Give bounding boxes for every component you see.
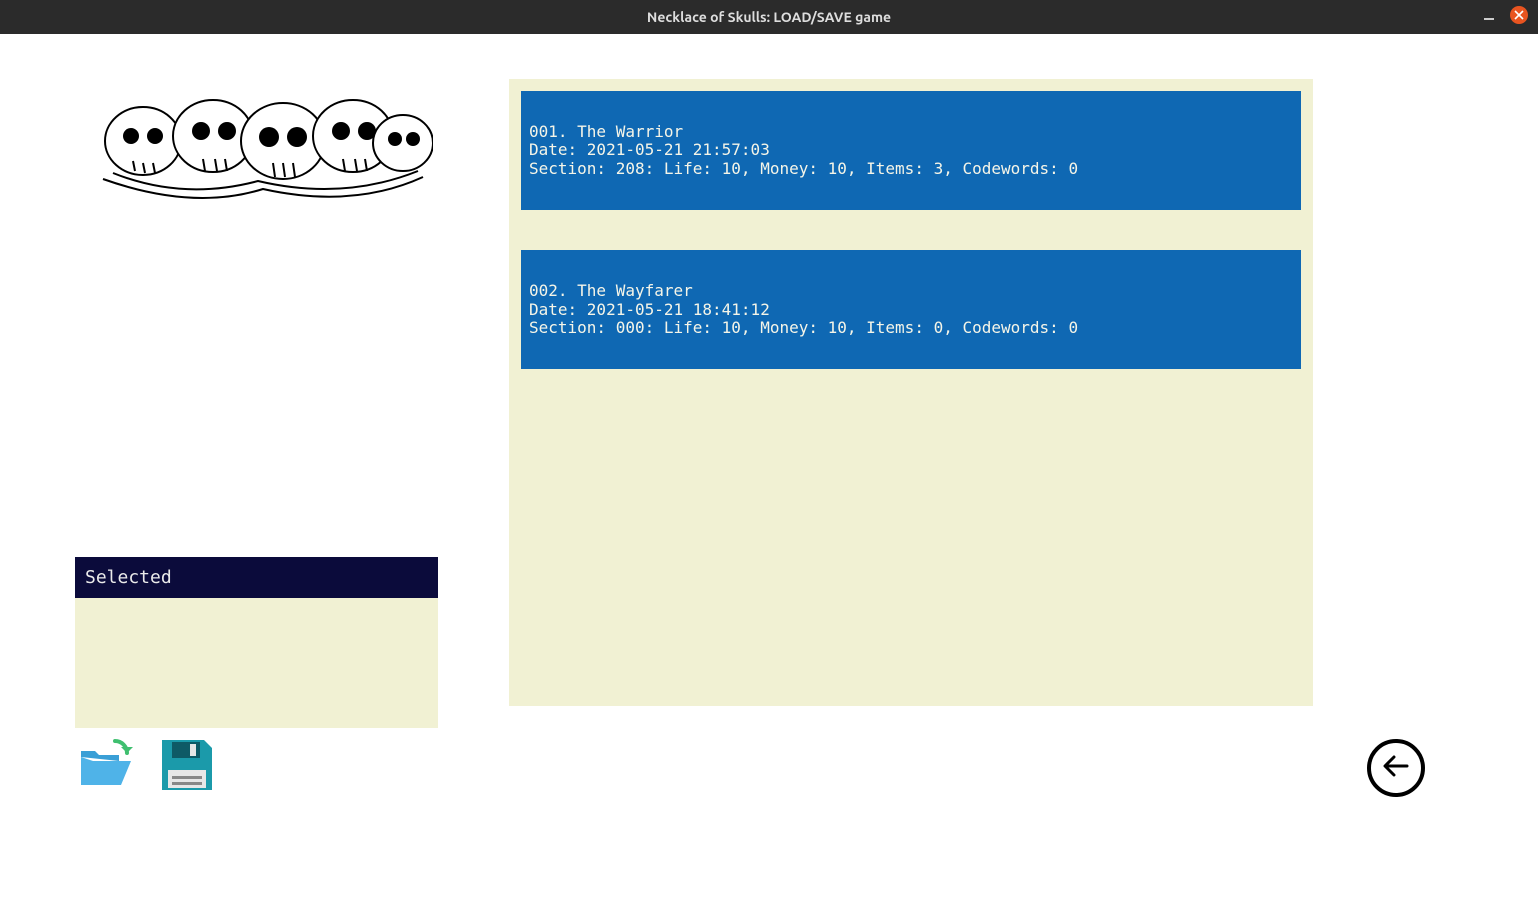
saves-panel: 001. The Warrior Date: 2021-05-21 21:57:… [509, 79, 1313, 706]
save-button[interactable] [157, 737, 217, 797]
window-minimize-button[interactable] [1482, 8, 1496, 22]
arrow-left-icon [1381, 751, 1411, 785]
load-button[interactable] [75, 737, 135, 797]
window-title: Necklace of Skulls: LOAD/SAVE game [647, 9, 891, 25]
window-close-button[interactable] [1510, 6, 1528, 24]
window-titlebar: Necklace of Skulls: LOAD/SAVE game [0, 0, 1538, 34]
skulls-illustration [83, 81, 433, 211]
selected-panel: Selected [75, 557, 438, 737]
selected-body [75, 598, 438, 728]
save-slot[interactable]: 002. The Wayfarer Date: 2021-05-21 18:41… [521, 250, 1301, 369]
folder-open-icon [75, 735, 135, 799]
floppy-icon [158, 736, 216, 798]
back-button[interactable] [1367, 739, 1425, 797]
selected-header: Selected [75, 557, 438, 598]
save-slot[interactable]: 001. The Warrior Date: 2021-05-21 21:57:… [521, 91, 1301, 210]
